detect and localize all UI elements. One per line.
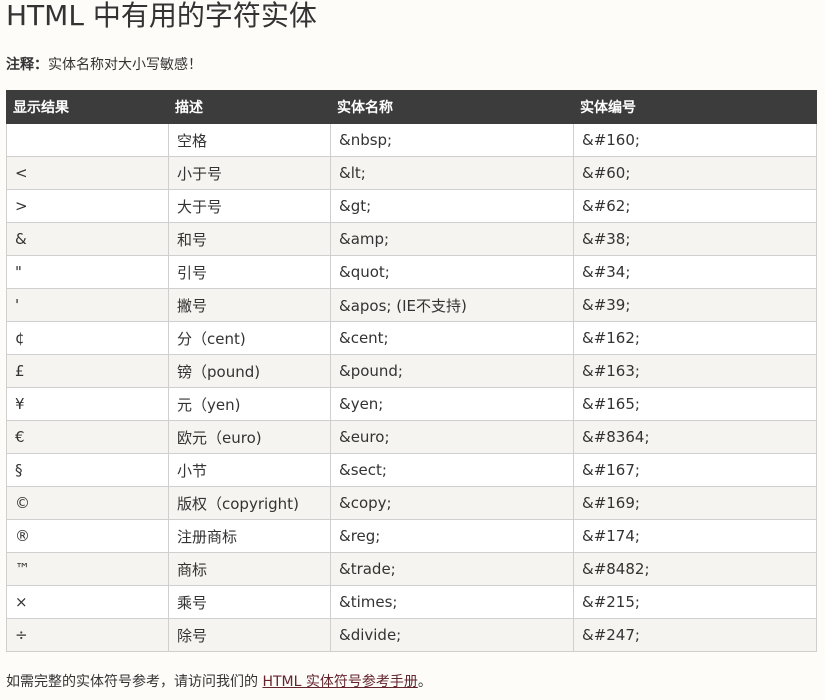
cell-result: ©	[6, 486, 169, 520]
cell-entity-number: &#163;	[573, 354, 817, 388]
table-row: ¢ 分（cent) &cent; &#162;	[6, 321, 817, 355]
cell-entity-name: &apos; (IE不支持)	[330, 288, 574, 322]
cell-description: 乘号	[168, 585, 331, 619]
cell-entity-name: &divide;	[330, 618, 574, 652]
cell-result: §	[6, 453, 169, 487]
table-row: & 和号 &amp; &#38;	[6, 222, 817, 256]
table-row: © 版权（copyright) &copy; &#169;	[6, 486, 817, 520]
cell-description: 元（yen)	[168, 387, 331, 421]
note-label: 注释：	[6, 57, 48, 73]
cell-result: £	[6, 354, 169, 388]
cell-entity-name: &reg;	[330, 519, 574, 553]
header-entity-number: 实体编号	[573, 90, 817, 124]
cell-entity-name: &gt;	[330, 189, 574, 223]
cell-description: 空格	[168, 123, 331, 157]
cell-entity-number: &#62;	[573, 189, 817, 223]
cell-description: 小于号	[168, 156, 331, 190]
table-row: × 乘号 &times; &#215;	[6, 585, 817, 619]
cell-entity-number: &#38;	[573, 222, 817, 256]
note-text: 实体名称对大小写敏感！	[48, 57, 202, 73]
table-row: ™ 商标 &trade; &#8482;	[6, 552, 817, 586]
table-row: £ 镑（pound) &pound; &#163;	[6, 354, 817, 388]
cell-result: ÷	[6, 618, 169, 652]
cell-result: '	[6, 288, 169, 322]
cell-entity-name: &quot;	[330, 255, 574, 289]
cell-description: 商标	[168, 552, 331, 586]
cell-result	[6, 123, 169, 157]
cell-entity-name: &trade;	[330, 552, 574, 586]
cell-entity-name: &pound;	[330, 354, 574, 388]
cell-entity-number: &#162;	[573, 321, 817, 355]
cell-entity-number: &#8364;	[573, 420, 817, 454]
cell-description: 除号	[168, 618, 331, 652]
cell-description: 镑（pound)	[168, 354, 331, 388]
cell-result: <	[6, 156, 169, 190]
cell-description: 引号	[168, 255, 331, 289]
table-header-row: 显示结果 描述 实体名称 实体编号	[6, 90, 817, 124]
cell-entity-name: &nbsp;	[330, 123, 574, 157]
entity-table: 显示结果 描述 实体名称 实体编号 空格 &nbsp; &#160; < 小于号 &lt…	[6, 90, 817, 652]
cell-entity-number: &#174;	[573, 519, 817, 553]
cell-entity-number: &#169;	[573, 486, 817, 520]
cell-description: 分（cent)	[168, 321, 331, 355]
table-row: > 大于号 &gt; &#62;	[6, 189, 817, 223]
cell-result: €	[6, 420, 169, 454]
cell-result: ™	[6, 552, 169, 586]
cell-entity-number: &#165;	[573, 387, 817, 421]
cell-description: 注册商标	[168, 519, 331, 553]
table-row: ' 撇号 &apos; (IE不支持) &#39;	[6, 288, 817, 322]
cell-entity-name: &euro;	[330, 420, 574, 454]
header-entity-name: 实体名称	[330, 90, 574, 124]
table-row: € 欧元（euro) &euro; &#8364;	[6, 420, 817, 454]
cell-entity-number: &#8482;	[573, 552, 817, 586]
table-row: ® 注册商标 &reg; &#174;	[6, 519, 817, 553]
page-title: HTML 中有用的字符实体	[6, 0, 317, 32]
header-description: 描述	[168, 90, 331, 124]
cell-description: 欧元（euro)	[168, 420, 331, 454]
cell-entity-number: &#34;	[573, 255, 817, 289]
table-row: § 小节 &sect; &#167;	[6, 453, 817, 487]
note: 注释：实体名称对大小写敏感！	[6, 55, 202, 75]
cell-entity-number: &#247;	[573, 618, 817, 652]
cell-result: ×	[6, 585, 169, 619]
cell-entity-number: &#39;	[573, 288, 817, 322]
cell-entity-name: &lt;	[330, 156, 574, 190]
cell-description: 小节	[168, 453, 331, 487]
table-row: ÷ 除号 &divide; &#247;	[6, 618, 817, 652]
table-row: 空格 &nbsp; &#160;	[6, 123, 817, 157]
cell-entity-name: &yen;	[330, 387, 574, 421]
cell-description: 版权（copyright)	[168, 486, 331, 520]
cell-entity-number: &#167;	[573, 453, 817, 487]
cell-result: ¥	[6, 387, 169, 421]
cell-entity-name: &copy;	[330, 486, 574, 520]
table-body: 空格 &nbsp; &#160; < 小于号 &lt; &#60; > 大于号 &gt; &#6…	[6, 123, 817, 652]
cell-result: "	[6, 255, 169, 289]
cell-entity-number: &#60;	[573, 156, 817, 190]
cell-description: 和号	[168, 222, 331, 256]
cell-result: ®	[6, 519, 169, 553]
cell-entity-name: &cent;	[330, 321, 574, 355]
table-row: < 小于号 &lt; &#60;	[6, 156, 817, 190]
table-row: " 引号 &quot; &#34;	[6, 255, 817, 289]
cell-result: >	[6, 189, 169, 223]
page: HTML 中有用的字符实体 注释：实体名称对大小写敏感！ 显示结果 描述 实体名…	[0, 0, 825, 700]
cell-description: 撇号	[168, 288, 331, 322]
footer-text: 如需完整的实体符号参考，请访问我们的 HTML 实体符号参考手册。	[6, 672, 432, 692]
entity-reference-link[interactable]: HTML 实体符号参考手册	[262, 674, 417, 690]
header-result: 显示结果	[6, 90, 169, 124]
cell-description: 大于号	[168, 189, 331, 223]
cell-entity-name: &amp;	[330, 222, 574, 256]
cell-result: ¢	[6, 321, 169, 355]
footer-prefix: 如需完整的实体符号参考，请访问我们的	[6, 674, 258, 690]
cell-result: &	[6, 222, 169, 256]
cell-entity-name: &sect;	[330, 453, 574, 487]
cell-entity-number: &#215;	[573, 585, 817, 619]
table-row: ¥ 元（yen) &yen; &#165;	[6, 387, 817, 421]
cell-entity-number: &#160;	[573, 123, 817, 157]
footer-suffix: 。	[417, 674, 432, 690]
cell-entity-name: &times;	[330, 585, 574, 619]
